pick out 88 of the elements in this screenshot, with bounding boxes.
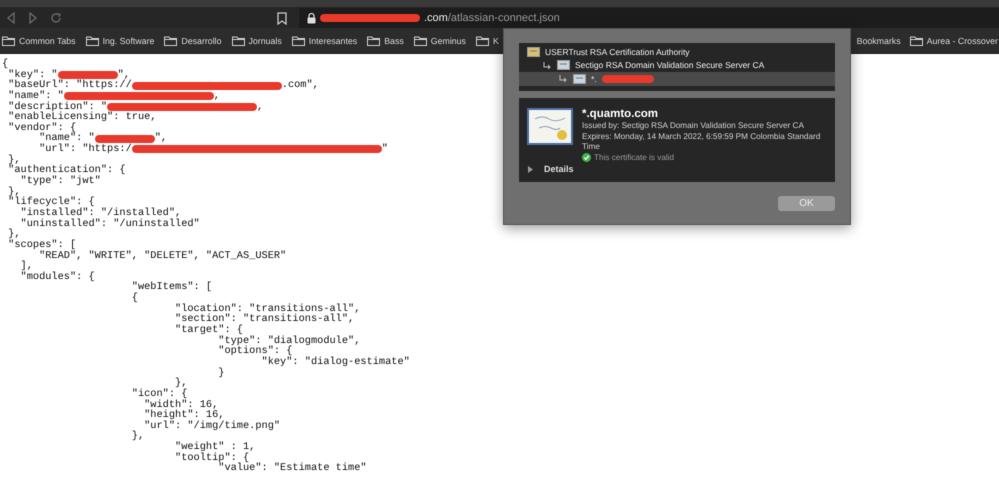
code-text: ,	[257, 102, 264, 112]
bookmark-folder[interactable]: K	[476, 36, 499, 46]
code-text: "url": "/img/time.png"	[143, 420, 280, 432]
code-text: "url": "https:/	[38, 144, 132, 155]
code-text: "key": "dialog-estimate"	[260, 356, 410, 368]
code-text: .com",	[282, 80, 319, 91]
code-text: "lifecycle": {	[7, 197, 95, 208]
code-text: ",	[118, 70, 130, 80]
certificate-drawing	[527, 108, 573, 145]
bookmark-icon[interactable]	[277, 12, 287, 24]
code-text: "location": "transitions-all",	[174, 304, 360, 314]
chain-item[interactable]: USERTrust RSA Certification Authority	[519, 45, 835, 58]
folder-icon	[292, 36, 305, 46]
redaction-mark	[602, 74, 654, 83]
code-text: },	[7, 154, 21, 166]
code-text: "vendor": {	[7, 122, 76, 134]
code-text: "baseUrl": "https://	[7, 80, 132, 91]
code-text: "authentication": {	[7, 165, 126, 176]
bookmark-folder[interactable]: Desarrollo	[164, 36, 222, 46]
certificate-icon	[557, 60, 570, 70]
back-icon[interactable]	[6, 12, 16, 24]
folder-icon	[367, 36, 380, 46]
code-text: "icon": {	[130, 388, 188, 400]
code-text: {	[2, 59, 8, 70]
bookmark-folder[interactable]: Aurea - Crossover	[910, 36, 998, 46]
code-text: {	[130, 293, 138, 304]
validity-text: This certificate is valid	[594, 153, 674, 162]
code-text: "scopes": [	[7, 240, 76, 251]
certificate-icon	[573, 74, 586, 84]
folder-icon	[910, 36, 923, 46]
folder-icon	[232, 36, 244, 46]
chain-item[interactable]: Sectigo RSA Domain Validation Secure Server CA	[519, 58, 835, 72]
code-text: "	[382, 144, 388, 155]
disclosure-triangle-icon	[527, 166, 534, 172]
issuer-text: Issued by: Sectigo RSA Domain Validation Secure Server CA	[582, 121, 805, 131]
code-text: ",	[154, 133, 168, 144]
code-text: },	[7, 229, 21, 240]
code-text: "tooltip": {	[174, 452, 250, 464]
code-text: },	[130, 431, 144, 442]
child-arrow-icon	[559, 75, 568, 82]
bookmark-folder[interactable]: Ing. Software	[86, 36, 154, 46]
folder-icon	[86, 36, 99, 46]
bookmark-folder[interactable]: Bass	[367, 36, 404, 46]
code-text: "name": "	[38, 133, 95, 144]
expiry-text: Expires: Monday, 14 March 2022, 6:59:59 PM Colombia Standard Time	[582, 132, 822, 152]
code-text: "READ", "WRITE", "DELETE", "ACT_AS_USER"	[38, 250, 286, 262]
child-arrow-icon	[543, 62, 552, 69]
code-text: "key": "	[7, 70, 58, 80]
redaction-mark	[94, 134, 155, 143]
redaction-mark	[58, 70, 118, 79]
code-text: "modules": {	[20, 272, 95, 282]
code-text: "uninstalled": "/uninstalled"	[20, 218, 200, 230]
reload-icon[interactable]	[50, 12, 62, 24]
code-text: ,	[214, 90, 220, 102]
code-text: "options": {	[217, 346, 292, 357]
lock-icon	[307, 12, 316, 24]
bookmark-folder[interactable]: Interesantes	[292, 36, 358, 46]
certificate-icon	[527, 46, 540, 57]
code-text: "target": {	[174, 325, 243, 336]
code-text: "name": "	[7, 90, 64, 102]
folder-icon	[476, 36, 489, 46]
code-text: "width": 16,	[143, 400, 218, 410]
bookmark-folder[interactable]: Jornuals	[232, 36, 282, 46]
code-text: }	[217, 368, 224, 378]
code-text: "type": "dialogmodule",	[217, 336, 360, 346]
code-text: "type": "jwt"	[20, 176, 101, 187]
code-text: "enableLicensing": true,	[7, 112, 156, 123]
address-bar[interactable]: .com/atlassian-connect.json	[299, 8, 999, 28]
code-text: "height": 16,	[143, 410, 224, 421]
folder-icon	[2, 36, 15, 46]
folder-icon	[164, 36, 178, 46]
bookmark-folder[interactable]: Geminus	[414, 36, 466, 46]
details-disclosure[interactable]: Details	[527, 164, 574, 174]
code-text: ],	[20, 261, 33, 272]
code-text: },	[7, 186, 21, 198]
folder-icon	[414, 36, 427, 46]
code-text: "description": "	[7, 102, 108, 112]
code-text: "section": "transitions-all",	[174, 314, 354, 326]
code-text: "weight" : 1,	[174, 442, 256, 453]
code-text: "value": "Estimate time"	[218, 463, 367, 474]
certificate-name: *.quamto.com	[582, 108, 660, 120]
code-text: "webItems": [	[130, 282, 212, 294]
code-text: },	[174, 378, 188, 389]
bookmarks-label[interactable]: Bookmarks	[856, 36, 901, 46]
bookmark-folder[interactable]: Common Tabs	[2, 36, 76, 46]
chain-item[interactable]: *.	[519, 72, 835, 86]
code-text: "installed": "/installed",	[20, 208, 182, 219]
forward-icon[interactable]	[28, 12, 38, 24]
